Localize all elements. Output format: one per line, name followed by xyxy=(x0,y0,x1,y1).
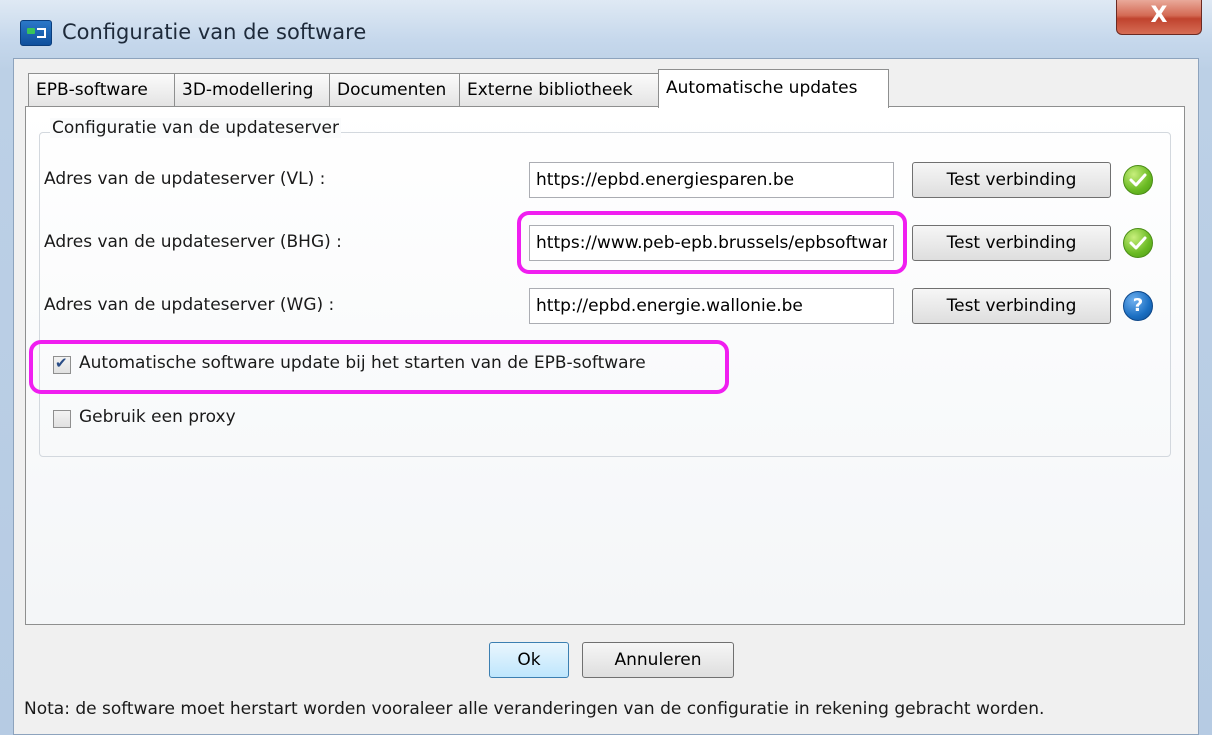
dialog-window: Configuratie van de software X EPB-softw… xyxy=(0,0,1212,735)
server-input-vl[interactable] xyxy=(529,162,894,198)
group-title: Configuratie van de updateserver xyxy=(50,118,341,138)
server-input-wg[interactable] xyxy=(529,288,894,324)
restart-note: Nota: de software moet herstart worden v… xyxy=(24,699,1045,719)
server-label-wg: Adres van de updateserver (WG) : xyxy=(44,295,335,315)
title-bar[interactable]: Configuratie van de software X xyxy=(0,0,1212,62)
dialog-body: EPB-software 3D-modellering Documenten E… xyxy=(13,58,1199,735)
ok-check-icon xyxy=(1123,228,1153,258)
help-icon[interactable]: ? xyxy=(1123,291,1153,321)
server-label-vl: Adres van de updateserver (VL) : xyxy=(44,169,326,189)
tab-3d-modellering[interactable]: 3D-modellering xyxy=(174,73,330,107)
auto-update-label[interactable]: Automatische software update bij het sta… xyxy=(79,353,646,373)
server-label-bhg: Adres van de updateserver (BHG) : xyxy=(44,232,342,252)
ok-button[interactable]: Ok xyxy=(489,642,569,678)
test-connection-button-vl[interactable]: Test verbinding xyxy=(912,162,1111,198)
server-input-bhg[interactable] xyxy=(529,225,894,261)
tab-externe-bibliotheek[interactable]: Externe bibliotheek xyxy=(459,73,659,107)
tab-panel-automatische-updates: Configuratie van de updateserver Adres v… xyxy=(25,106,1185,625)
app-icon xyxy=(20,20,52,46)
tab-automatische-updates[interactable]: Automatische updates xyxy=(658,69,889,108)
tab-documenten[interactable]: Documenten xyxy=(329,73,460,107)
cancel-button[interactable]: Annuleren xyxy=(582,642,734,678)
window-title: Configuratie van de software xyxy=(62,20,367,44)
tab-epb-software[interactable]: EPB-software xyxy=(28,73,175,107)
close-button[interactable]: X xyxy=(1116,0,1202,35)
ok-check-icon xyxy=(1123,165,1153,195)
auto-update-checkbox[interactable] xyxy=(53,354,71,374)
test-connection-button-wg[interactable]: Test verbinding xyxy=(912,288,1111,324)
test-connection-button-bhg[interactable]: Test verbinding xyxy=(912,225,1111,261)
proxy-label[interactable]: Gebruik een proxy xyxy=(79,407,236,427)
proxy-checkbox[interactable] xyxy=(53,410,71,428)
